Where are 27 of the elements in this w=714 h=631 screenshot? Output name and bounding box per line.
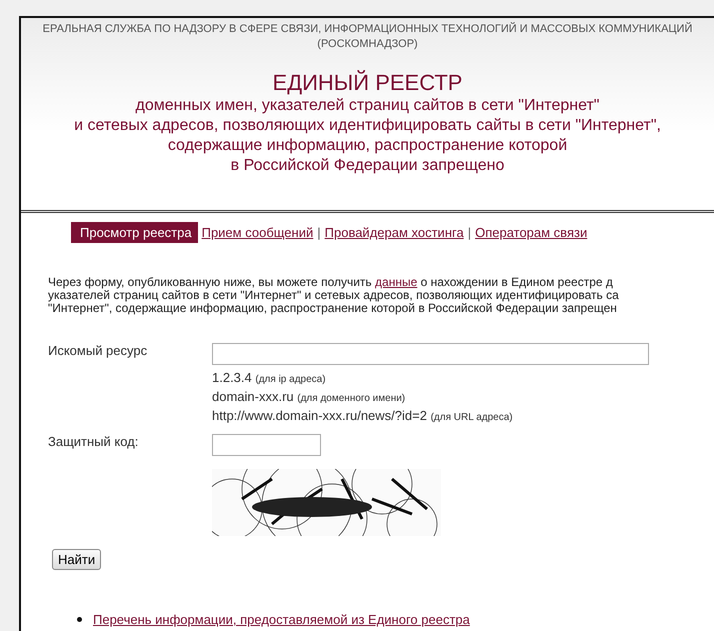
intro-text: указателей страниц сайтов в сети "Интернет" и сетевых адресов, позволяющих идентифицировать са bbox=[48, 289, 620, 302]
intro-text: "Интернет", содержащие информацию, распространение которой в Российской Федерации запрещен bbox=[48, 302, 618, 315]
intro-text: Через форму, опубликованную ниже, вы можете получить данные о нахождении в Едином реестре д bbox=[48, 276, 614, 289]
agency-abbreviation: (РОСКОМНАДЗОР) bbox=[317, 37, 418, 52]
page-subtitle: и сетевых адресов, позволяющих идентифицировать сайты в сети "Интернет", bbox=[74, 116, 661, 136]
resource-input[interactable] bbox=[212, 343, 649, 365]
nav-tab[interactable]: Провайдерам хостинга bbox=[324, 222, 464, 243]
page-title: ЕДИНЫЙ РЕЕСТР bbox=[272, 70, 462, 96]
nav-tab[interactable]: Операторам связи bbox=[475, 222, 588, 243]
nav-separator: | bbox=[317, 225, 321, 240]
example-hint: domain-xxx.ru (для доменного имени) bbox=[212, 388, 406, 406]
code-label: Защитный код: bbox=[48, 434, 140, 451]
nav-tab[interactable]: Просмотр реестра bbox=[71, 222, 198, 243]
bullet-icon bbox=[77, 617, 82, 622]
nav-separator: | bbox=[468, 225, 472, 240]
info-link[interactable]: Перечень информации, предоставляемой из Единого реестра bbox=[93, 612, 470, 627]
resource-label: Искомый ресурс bbox=[48, 343, 148, 360]
agency-name: ЕРАЛЬНАЯ СЛУЖБА ПО НАДЗОРУ В СФЕРЕ СВЯЗИ, ИНФОРМАЦИОННЫХ ТЕХНОЛОГИЙ И МАССОВЫХ КОММУНИКАЦИЙ bbox=[42, 22, 692, 37]
example-hint: 1.2.3.4 (для ip адреса) bbox=[212, 369, 327, 387]
page-subtitle: содержащие информацию, распространение которой bbox=[168, 136, 568, 156]
code-input[interactable] bbox=[212, 434, 321, 456]
page-subtitle: доменных имен, указателей страниц сайтов в сети "Интернет" bbox=[136, 96, 600, 116]
data-link[interactable]: данные bbox=[375, 275, 418, 289]
example-hint: http://www.domain-xxx.ru/news/?id=2 (для URL адреса) bbox=[212, 407, 514, 425]
page-subtitle: в Российской Федерации запрещено bbox=[230, 156, 504, 176]
search-button[interactable]: Найти bbox=[52, 549, 102, 570]
nav-tab[interactable]: Прием сообщений bbox=[202, 222, 314, 243]
